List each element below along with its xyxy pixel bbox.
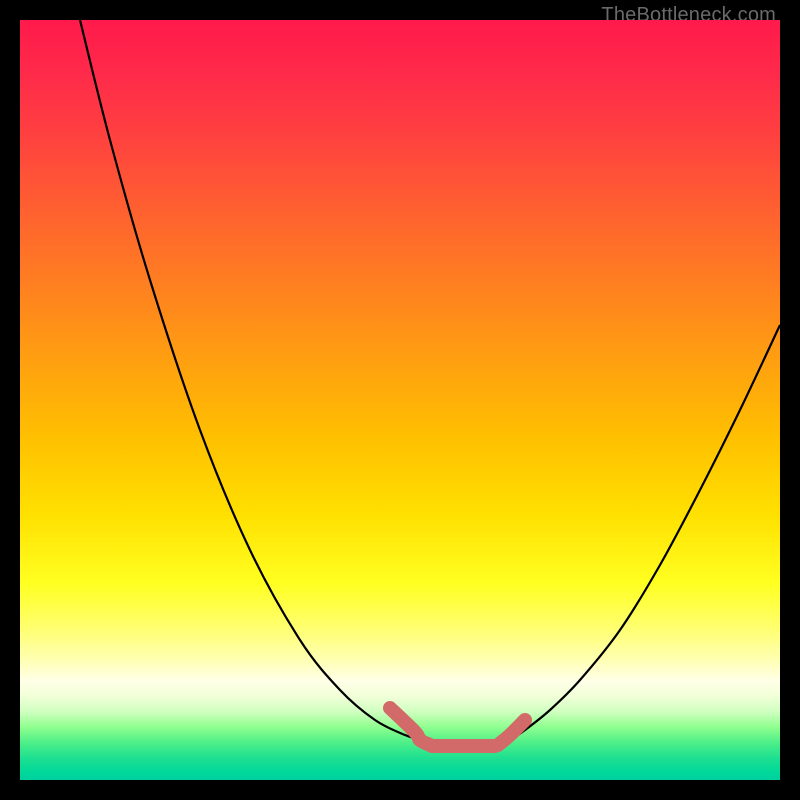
bottleneck-curve-plot xyxy=(20,20,780,780)
series-valley-marker-right xyxy=(498,720,525,745)
series-valley-marker-left xyxy=(390,708,430,745)
series-left-curve xyxy=(80,20,435,742)
series-right-curve xyxy=(500,325,780,742)
plot-frame xyxy=(20,20,780,780)
